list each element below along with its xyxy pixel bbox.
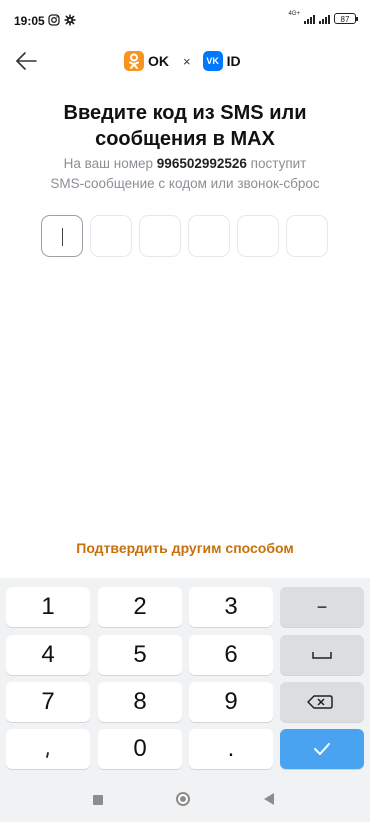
space-key[interactable]: [280, 635, 364, 675]
code-digit-1[interactable]: [41, 215, 83, 257]
ok-label: OK: [148, 53, 169, 69]
confirm-key[interactable]: [280, 729, 364, 769]
subtitle: На ваш номер 996502992526 поступит SMS-с…: [0, 154, 370, 194]
comma-icon: [46, 752, 49, 758]
key-7[interactable]: 7: [6, 682, 90, 722]
key-minus[interactable]: −: [280, 587, 364, 627]
code-digit-5[interactable]: [237, 215, 279, 257]
code-digit-2[interactable]: [90, 215, 132, 257]
status-indicators: 4G+ 87: [288, 11, 358, 24]
key-9[interactable]: 9: [189, 682, 273, 722]
text-caret: [62, 228, 63, 246]
checkmark-icon: [314, 743, 330, 755]
code-digit-6[interactable]: [286, 215, 328, 257]
key-3[interactable]: 3: [189, 587, 273, 627]
home-circle-icon[interactable]: [176, 792, 190, 806]
signal-icon-2: [319, 12, 330, 24]
subtitle-prefix: На ваш номер: [63, 156, 154, 171]
space-icon: [312, 652, 332, 659]
subtitle-line-1: На ваш номер 996502992526 поступит: [0, 154, 370, 174]
battery-icon: 87: [334, 12, 358, 24]
key-4[interactable]: 4: [6, 635, 90, 675]
key-dot[interactable]: .: [189, 729, 273, 769]
network-type: 4G+: [288, 11, 300, 17]
subtitle-suffix: поступит: [250, 156, 307, 171]
id-label: ID: [226, 53, 241, 69]
instagram-icon: [48, 14, 60, 26]
key-6[interactable]: 6: [189, 635, 273, 675]
code-input-group: [41, 215, 328, 257]
code-digit-4[interactable]: [188, 215, 230, 257]
page-title: Введите код из SMS или сообщения в MAX: [0, 100, 370, 152]
signal-icon: [304, 12, 315, 24]
back-triangle-icon[interactable]: [264, 793, 274, 805]
brand-header: OK × VK ID: [124, 50, 241, 72]
settings-gear-icon: [64, 14, 76, 26]
subtitle-line-2: SMS-сообщение с кодом или звонок-сброс: [50, 176, 320, 191]
times-symbol: ×: [183, 53, 191, 69]
key-5[interactable]: 5: [98, 635, 182, 675]
code-digit-3[interactable]: [139, 215, 181, 257]
title-line-2: сообщения в MAX: [95, 128, 275, 150]
status-time: 19:05: [14, 14, 45, 28]
key-8[interactable]: 8: [98, 682, 182, 722]
backspace-icon: [307, 695, 333, 709]
numeric-keyboard: 1 2 3 − 4 5 6 7 8 9 0 .: [0, 578, 370, 778]
confirm-another-way-link[interactable]: Подтвердить другим способом: [0, 540, 370, 556]
key-0[interactable]: 0: [98, 729, 182, 769]
key-1[interactable]: 1: [6, 587, 90, 627]
phone-number: 996502992526: [156, 156, 247, 171]
system-nav-bar: [0, 778, 370, 822]
recents-square-icon[interactable]: [93, 795, 103, 805]
status-bar: 19:05 4G+ 87: [0, 0, 370, 40]
backspace-key[interactable]: [280, 682, 364, 722]
key-2[interactable]: 2: [98, 587, 182, 627]
arrow-left-icon[interactable]: [14, 50, 40, 72]
ok-logo-icon: [124, 51, 144, 71]
title-line-1: Введите код из SMS или: [63, 102, 307, 124]
key-comma[interactable]: [6, 729, 90, 769]
vk-logo-icon: VK: [202, 51, 223, 71]
